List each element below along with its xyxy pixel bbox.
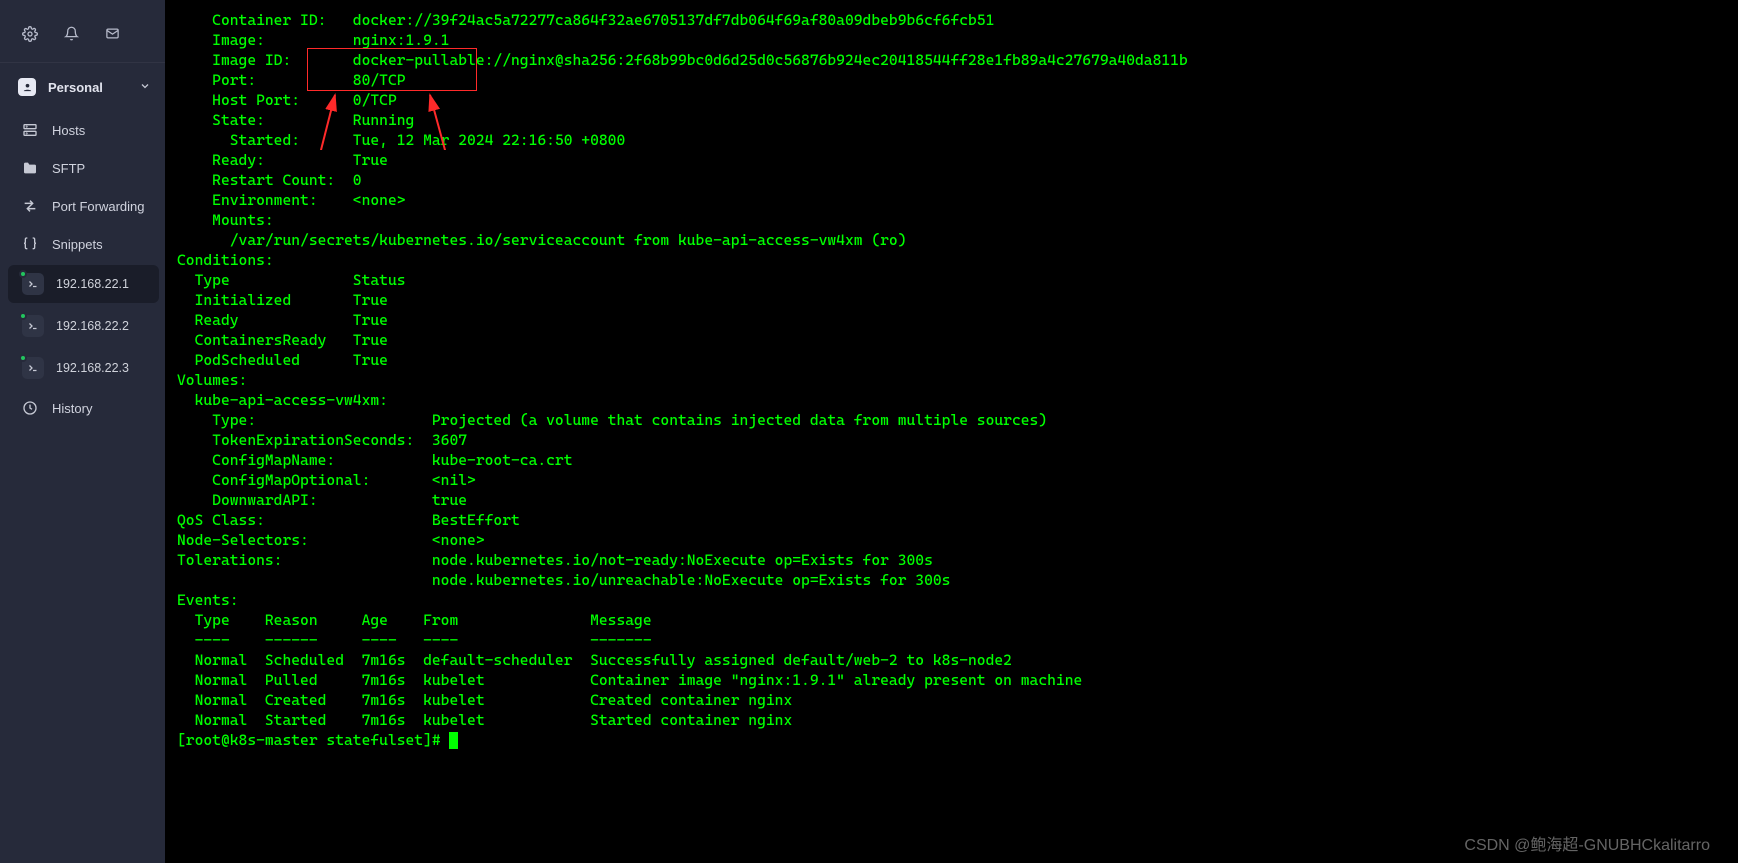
host-item-3[interactable]: 192.168.22.3	[8, 349, 159, 387]
host-label: 192.168.22.3	[56, 361, 129, 375]
host-chip-icon	[22, 315, 44, 337]
nav-snippets-label: Snippets	[52, 237, 103, 252]
online-dot-icon	[19, 312, 27, 320]
host-chip-icon	[22, 357, 44, 379]
workspace-switcher[interactable]: Personal	[0, 67, 165, 107]
online-dot-icon	[19, 270, 27, 278]
host-item-1[interactable]: 192.168.22.1	[8, 265, 159, 303]
nav-sftp-label: SFTP	[52, 161, 85, 176]
workspace-label: Personal	[48, 80, 127, 95]
nav-history-label: History	[52, 401, 92, 416]
top-icon-row	[0, 8, 165, 63]
gear-icon[interactable]	[22, 26, 38, 45]
shell-prompt: [root@k8s-master statefulset]#	[177, 731, 449, 749]
nav-history[interactable]: History	[0, 389, 165, 427]
nav-portfwd-label: Port Forwarding	[52, 199, 144, 214]
chevron-down-icon	[139, 80, 151, 95]
host-label: 192.168.22.2	[56, 319, 129, 333]
host-chip-icon	[22, 273, 44, 295]
sidebar: Personal Hosts SFTP Port Forwarding Snip…	[0, 0, 165, 863]
online-dot-icon	[19, 354, 27, 362]
nav-hosts-label: Hosts	[52, 123, 85, 138]
message-icon[interactable]	[105, 26, 120, 44]
nav-portfwd[interactable]: Port Forwarding	[0, 187, 165, 225]
bell-icon[interactable]	[64, 26, 79, 44]
watermark-text: CSDN @鲍海超-GNUBHCkalitarro	[1464, 831, 1710, 855]
nav-sftp[interactable]: SFTP	[0, 149, 165, 187]
workspace-icon	[18, 78, 36, 96]
terminal-cursor	[449, 732, 458, 749]
host-item-2[interactable]: 192.168.22.2	[8, 307, 159, 345]
host-label: 192.168.22.1	[56, 277, 129, 291]
nav-hosts[interactable]: Hosts	[0, 111, 165, 149]
nav-snippets[interactable]: Snippets	[0, 225, 165, 263]
terminal-output[interactable]: Container ID: docker://39f24ac5a72277ca8…	[165, 0, 1738, 863]
